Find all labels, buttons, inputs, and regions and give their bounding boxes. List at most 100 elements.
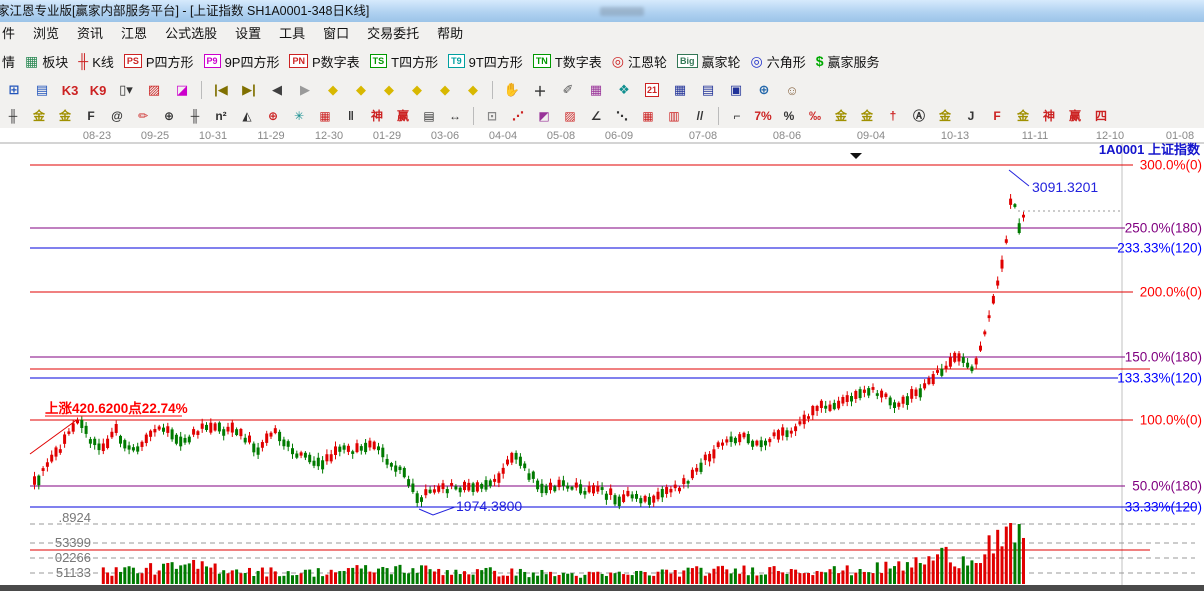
n-square-icon[interactable]: n² (210, 105, 232, 127)
save-icon[interactable]: ▣ (724, 79, 748, 101)
grid-center-icon[interactable]: ▦ (314, 105, 336, 127)
t-table-button[interactable]: TNT数字表 (533, 52, 602, 71)
fibonacci-icon[interactable]: F (80, 105, 102, 127)
period-dropdown-icon[interactable]: ▯▾ (114, 79, 138, 101)
winner-service-button-icon: $ (816, 53, 824, 69)
permille-icon[interactable]: ‰ (804, 105, 826, 127)
quote-button[interactable]: 情 (2, 52, 15, 71)
crosshair-icon[interactable]: ＋ (528, 79, 552, 101)
a-circle-icon[interactable]: Ⓐ (908, 105, 930, 127)
red-grid-icon[interactable]: ▦ (637, 105, 659, 127)
ying-tool-icon[interactable]: 赢 (392, 105, 414, 127)
gann-wheel-button[interactable]: ◎江恩轮 (612, 52, 667, 71)
steps-icon[interactable]: ⌐ (726, 105, 748, 127)
kline-chart-svg[interactable]: 08-2309-2510-3111-2912-3001-2903-0604-04… (0, 128, 1204, 591)
pan-hand-icon[interactable]: ✋ (500, 79, 524, 101)
stock-pick-icon[interactable]: ⊞ (2, 79, 26, 101)
winner-service-button[interactable]: $赢家服务 (816, 52, 880, 71)
p-square-button[interactable]: PSP四方形 (124, 52, 194, 71)
shen-angle-icon[interactable]: 神 (1038, 105, 1060, 127)
ying-angle-icon[interactable]: 赢 (1064, 105, 1086, 127)
last-page-icon[interactable]: ▶| (237, 79, 261, 101)
golden-section-icon[interactable]: 金 (28, 105, 50, 127)
menu-item-窗口[interactable]: 窗口 (314, 22, 358, 45)
trend-line[interactable] (30, 419, 78, 454)
f-angle-icon[interactable]: F (986, 105, 1008, 127)
board-button[interactable]: ▦板块 (25, 52, 68, 71)
seven-pct-icon[interactable]: 7% (752, 105, 774, 127)
menu-item-帮助[interactable]: 帮助 (428, 22, 472, 45)
circle-cross-icon[interactable]: ⊕ (262, 105, 284, 127)
prev-icon[interactable]: ◀ (265, 79, 289, 101)
t9-square-button[interactable]: T99T四方形 (448, 52, 523, 71)
calculator-icon[interactable]: ▦ (668, 79, 692, 101)
menu-item-设置[interactable]: 设置 (226, 22, 270, 45)
gold-angle-icon[interactable]: 金 (934, 105, 956, 127)
menu-item-资讯[interactable]: 资讯 (68, 22, 112, 45)
menu-item-交易委托[interactable]: 交易委托 (358, 22, 428, 45)
kline-9-icon[interactable]: K9 (86, 79, 110, 101)
ruler-icon[interactable]: ╫ (2, 105, 24, 127)
kline-chart[interactable]: 08-2309-2510-3111-2912-3001-2903-0604-04… (0, 128, 1204, 591)
fan-lines-icon[interactable]: ⋰ (507, 105, 529, 127)
star-burst-icon[interactable]: ✳ (288, 105, 310, 127)
grid-ruler-icon[interactable]: ╫ (184, 105, 206, 127)
red-grid-fan-icon[interactable]: ▨ (559, 105, 581, 127)
calendar-icon[interactable]: 21 (640, 79, 664, 101)
memo-icon[interactable]: ▤ (696, 79, 720, 101)
marker-triangle[interactable] (850, 153, 862, 159)
grid-123-icon[interactable]: ▤ (418, 105, 440, 127)
purple-box-icon[interactable]: ◩ (533, 105, 555, 127)
compass-pencil-icon[interactable]: ✏ (132, 105, 154, 127)
si-angle-icon[interactable]: 四 (1090, 105, 1112, 127)
bar-marks-icon[interactable]: ‖ (340, 105, 362, 127)
gold-line-icon[interactable]: 金 (856, 105, 878, 127)
toolbar-separator (492, 81, 493, 99)
kline-3-icon[interactable]: K3 (58, 79, 82, 101)
hexagon-button[interactable]: ◎六角形 (751, 52, 806, 71)
angle-tool-icon[interactable]: ∠ (585, 105, 607, 127)
menu-item-浏览[interactable]: 浏览 (24, 22, 68, 45)
diamond-nav-4-icon[interactable]: ◆ (405, 79, 429, 101)
annotate-pen-icon[interactable]: ✐ (556, 79, 580, 101)
web-clock-icon[interactable]: ⊕ (752, 79, 776, 101)
p-table-button[interactable]: PNP数字表 (289, 52, 359, 71)
next-icon[interactable]: ▶ (293, 79, 317, 101)
winner-wheel-button[interactable]: Big赢家轮 (677, 52, 741, 71)
menu-item-件[interactable]: 件 (0, 22, 24, 45)
p9-square-button[interactable]: P99P四方形 (204, 52, 280, 71)
flame-candle-icon[interactable]: † (882, 105, 904, 127)
menu-item-公式选股[interactable]: 公式选股 (156, 22, 226, 45)
slash-lines-icon[interactable]: // (689, 105, 711, 127)
diamond-nav-3-icon[interactable]: ◆ (377, 79, 401, 101)
golden-ratio-icon[interactable]: 金 (54, 105, 76, 127)
draw-toolbar: ╫金金F@✏⊕╫n²◭⊕✳▦‖神赢▤↔⊡⋰◩▨∠⋱▦▥//⌐7%%‰金金†Ⓐ金J… (0, 103, 1204, 129)
diamond-nav-5-icon[interactable]: ◆ (433, 79, 457, 101)
gold-fan-icon[interactable]: 金 (1012, 105, 1034, 127)
chart-flag-icon[interactable]: ◪ (170, 79, 194, 101)
box-tool-icon[interactable]: ⊡ (481, 105, 503, 127)
menu-item-江恩[interactable]: 江恩 (112, 22, 156, 45)
width-arrow-icon[interactable]: ↔ (444, 105, 466, 127)
compass-circle-icon[interactable]: ⊕ (158, 105, 180, 127)
angle-line-icon[interactable]: ◭ (236, 105, 258, 127)
formula-icon[interactable]: ▨ (142, 79, 166, 101)
kline-button[interactable]: ╫K线 (78, 52, 114, 71)
spiral-icon[interactable]: @ (106, 105, 128, 127)
pct-icon[interactable]: % (778, 105, 800, 127)
diamond-nav-2-icon[interactable]: ◆ (349, 79, 373, 101)
first-page-icon[interactable]: |◀ (209, 79, 233, 101)
red-grid2-icon[interactable]: ▥ (663, 105, 685, 127)
menu-item-工具[interactable]: 工具 (270, 22, 314, 45)
clipboard-icon[interactable]: ▤ (30, 79, 54, 101)
diamond-nav-1-icon[interactable]: ◆ (321, 79, 345, 101)
t-square-button[interactable]: TST四方形 (370, 52, 438, 71)
j-angle-icon[interactable]: J (960, 105, 982, 127)
puzzle-icon[interactable]: ❖ (612, 79, 636, 101)
slope-lines-icon[interactable]: ⋱ (611, 105, 633, 127)
assistant-icon[interactable]: ☺ (780, 79, 804, 101)
wizard-icon[interactable]: ▦ (584, 79, 608, 101)
shen-tool-icon[interactable]: 神 (366, 105, 388, 127)
gold-circle-icon[interactable]: 金 (830, 105, 852, 127)
diamond-nav-6-icon[interactable]: ◆ (461, 79, 485, 101)
